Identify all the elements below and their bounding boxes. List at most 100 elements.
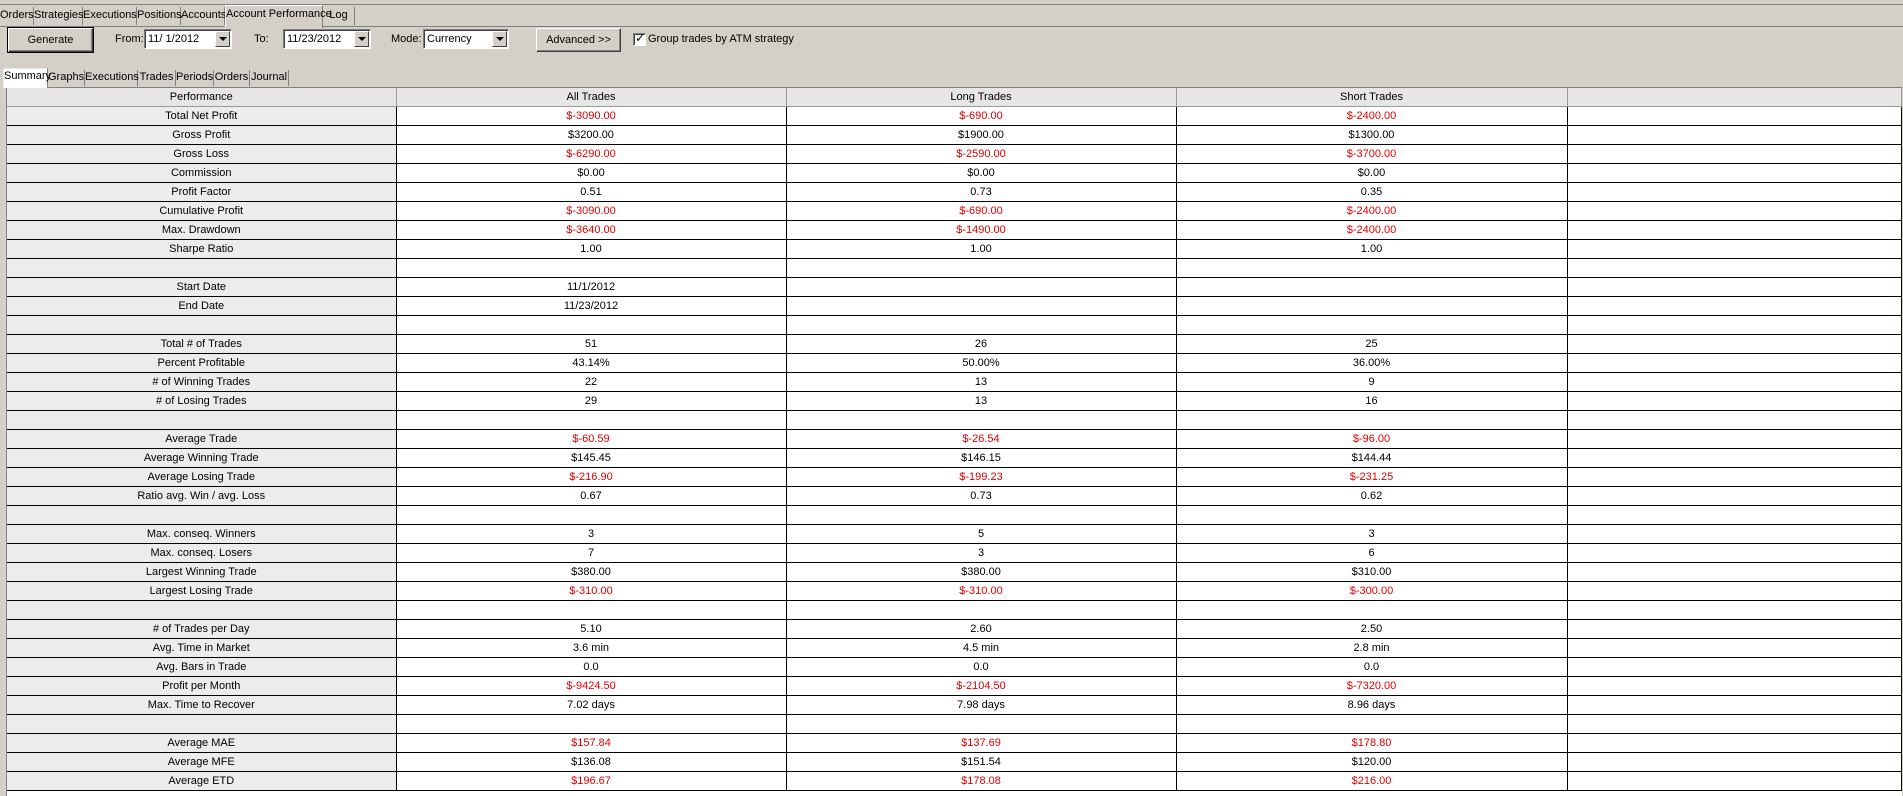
cell-short-trades: 0.62 xyxy=(1176,486,1568,506)
cell-all-trades: $-60.59 xyxy=(396,429,787,449)
from-date-value: 11/ 1/2012 xyxy=(148,33,200,45)
table-row[interactable] xyxy=(7,315,1902,335)
table-row[interactable]: Ratio avg. Win / avg. Loss 0.67 0.73 0.62 xyxy=(7,486,1902,506)
cell-filler xyxy=(1567,258,1902,278)
table-row[interactable]: Avg. Bars in Trade 0.0 0.0 0.0 xyxy=(7,657,1902,677)
table-row[interactable]: Profit Factor 0.51 0.73 0.35 xyxy=(7,182,1902,202)
tab-account-performance[interactable]: Account Performance xyxy=(225,5,332,28)
table-row[interactable]: End Date 11/23/2012 xyxy=(7,296,1902,316)
table-row[interactable]: Total Net Profit $-3090.00 $-690.00 $-2400.… xyxy=(7,106,1902,126)
table-row[interactable]: Sharpe Ratio 1.00 1.00 1.00 xyxy=(7,239,1902,259)
cell-long-trades: $-690.00 xyxy=(786,106,1177,126)
subtab-periods[interactable]: Periods xyxy=(176,70,214,86)
cell-all-trades: 11/1/2012 xyxy=(396,277,787,297)
table-row[interactable]: Average ETD $196.67 $178.08 $216.00 xyxy=(7,771,1902,791)
table-row[interactable]: Percent Profitable 43.14% 50.00% 36.00% xyxy=(7,353,1902,373)
cell-all-trades: 43.14% xyxy=(396,353,787,373)
chevron-down-icon[interactable] xyxy=(492,31,507,47)
sub-tab-bar: Summary Graphs Executions Trades Periods… xyxy=(0,68,1903,88)
table-row[interactable]: Max. Time to Recover 7.02 days 7.98 days 8.… xyxy=(7,695,1902,715)
table-row[interactable] xyxy=(7,505,1902,525)
cell-short-trades xyxy=(1176,714,1568,734)
column-header-performance[interactable]: Performance xyxy=(7,88,397,107)
cell-short-trades: 9 xyxy=(1176,372,1568,392)
subtab-orders[interactable]: Orders xyxy=(214,70,250,86)
table-row[interactable]: Profit per Month $-9424.50 $-2104.50 $-7320… xyxy=(7,676,1902,696)
cell-filler xyxy=(1567,543,1902,563)
generate-button[interactable]: Generate xyxy=(7,27,94,53)
table-row[interactable] xyxy=(7,410,1902,430)
table-row[interactable]: Total # of Trades 51 26 25 xyxy=(7,334,1902,354)
table-row[interactable]: Max. Drawdown $-3640.00 $-1490.00 $-2400.00 xyxy=(7,220,1902,240)
table-row[interactable] xyxy=(7,600,1902,620)
table-row[interactable]: Start Date 11/1/2012 xyxy=(7,277,1902,297)
tab-accounts[interactable]: Accounts xyxy=(181,7,226,25)
table-row[interactable]: Average MFE $136.08 $151.54 $120.00 xyxy=(7,752,1902,772)
subtab-trades[interactable]: Trades xyxy=(138,70,176,86)
advanced-button[interactable]: Advanced >> xyxy=(536,28,621,52)
table-row[interactable]: # of Trades per Day 5.10 2.60 2.50 xyxy=(7,619,1902,639)
table-row[interactable]: Largest Losing Trade $-310.00 $-310.00 $-30… xyxy=(7,581,1902,601)
subtab-journal[interactable]: Journal xyxy=(250,70,289,86)
cell-all-trades: 11/23/2012 xyxy=(396,296,787,316)
cell-long-trades: $-310.00 xyxy=(786,581,1177,601)
mode-select[interactable]: Currency xyxy=(423,29,509,49)
cell-short-trades: 2.50 xyxy=(1176,619,1568,639)
chevron-down-icon[interactable] xyxy=(354,31,369,47)
cell-filler xyxy=(1567,505,1902,525)
cell-long-trades: 4.5 min xyxy=(786,638,1177,658)
cell-short-trades xyxy=(1176,600,1568,620)
group-atm-checkbox[interactable] xyxy=(633,31,646,46)
to-date-picker[interactable]: 11/23/2012 xyxy=(283,29,371,49)
cell-filler xyxy=(1567,163,1902,183)
cell-filler xyxy=(1567,619,1902,639)
table-row[interactable]: Cumulative Profit $-3090.00 $-690.00 $-2400… xyxy=(7,201,1902,221)
table-row[interactable]: Commission $0.00 $0.00 $0.00 xyxy=(7,163,1902,183)
row-label: Max. conseq. Losers xyxy=(7,543,397,563)
row-label: Sharpe Ratio xyxy=(7,239,397,259)
row-label xyxy=(7,315,397,335)
tab-orders[interactable]: Orders xyxy=(0,7,34,25)
subtab-executions[interactable]: Executions xyxy=(85,70,139,86)
cell-filler xyxy=(1567,410,1902,430)
tab-executions[interactable]: Executions xyxy=(83,7,137,25)
table-row[interactable]: Max. conseq. Losers 7 3 6 xyxy=(7,543,1902,563)
cell-all-trades: $380.00 xyxy=(396,562,787,582)
row-label xyxy=(7,600,397,620)
cell-filler xyxy=(1567,581,1902,601)
from-date-picker[interactable]: 11/ 1/2012 xyxy=(144,29,232,49)
cell-all-trades: $-216.90 xyxy=(396,467,787,487)
cell-long-trades: 7.98 days xyxy=(786,695,1177,715)
column-header-short-trades[interactable]: Short Trades xyxy=(1176,88,1568,107)
table-row[interactable]: Gross Loss $-6290.00 $-2590.00 $-3700.00 xyxy=(7,144,1902,164)
cell-short-trades: 8.96 days xyxy=(1176,695,1568,715)
tab-positions[interactable]: Positions xyxy=(137,7,182,25)
table-row[interactable] xyxy=(7,714,1902,734)
table-row[interactable]: Gross Profit $3200.00 $1900.00 $1300.00 xyxy=(7,125,1902,145)
subtab-graphs[interactable]: Graphs xyxy=(48,70,85,86)
column-header-long-trades[interactable]: Long Trades xyxy=(786,88,1177,107)
row-label: # of Winning Trades xyxy=(7,372,397,392)
table-row[interactable]: Average Winning Trade $145.45 $146.15 $144.… xyxy=(7,448,1902,468)
table-row[interactable] xyxy=(7,258,1902,278)
cell-short-trades: 25 xyxy=(1176,334,1568,354)
table-row[interactable]: Max. conseq. Winners 3 5 3 xyxy=(7,524,1902,544)
performance-grid[interactable]: Performance All Trades Long Trades Short… xyxy=(6,87,1902,796)
table-row[interactable]: Average Losing Trade $-216.90 $-199.23 $-23… xyxy=(7,467,1902,487)
column-header-all-trades[interactable]: All Trades xyxy=(396,88,787,107)
table-row[interactable]: # of Winning Trades 22 13 9 xyxy=(7,372,1902,392)
table-row[interactable]: Avg. Time in Market 3.6 min 4.5 min 2.8 min xyxy=(7,638,1902,658)
table-row[interactable]: Largest Winning Trade $380.00 $380.00 $310.… xyxy=(7,562,1902,582)
cell-all-trades xyxy=(396,714,787,734)
cell-filler xyxy=(1567,562,1902,582)
row-label: Cumulative Profit xyxy=(7,201,397,221)
cell-filler xyxy=(1567,182,1902,202)
table-row[interactable]: Average Trade $-60.59 $-26.54 $-96.00 xyxy=(7,429,1902,449)
chevron-down-icon[interactable] xyxy=(215,31,230,47)
tab-strategies[interactable]: Strategies xyxy=(34,7,84,25)
table-row[interactable]: Average MAE $157.84 $137.69 $178.80 xyxy=(7,733,1902,753)
cell-short-trades: 0.0 xyxy=(1176,657,1568,677)
cell-long-trades: $-26.54 xyxy=(786,429,1177,449)
subtab-summary[interactable]: Summary xyxy=(3,68,51,88)
table-row[interactable]: # of Losing Trades 29 13 16 xyxy=(7,391,1902,411)
